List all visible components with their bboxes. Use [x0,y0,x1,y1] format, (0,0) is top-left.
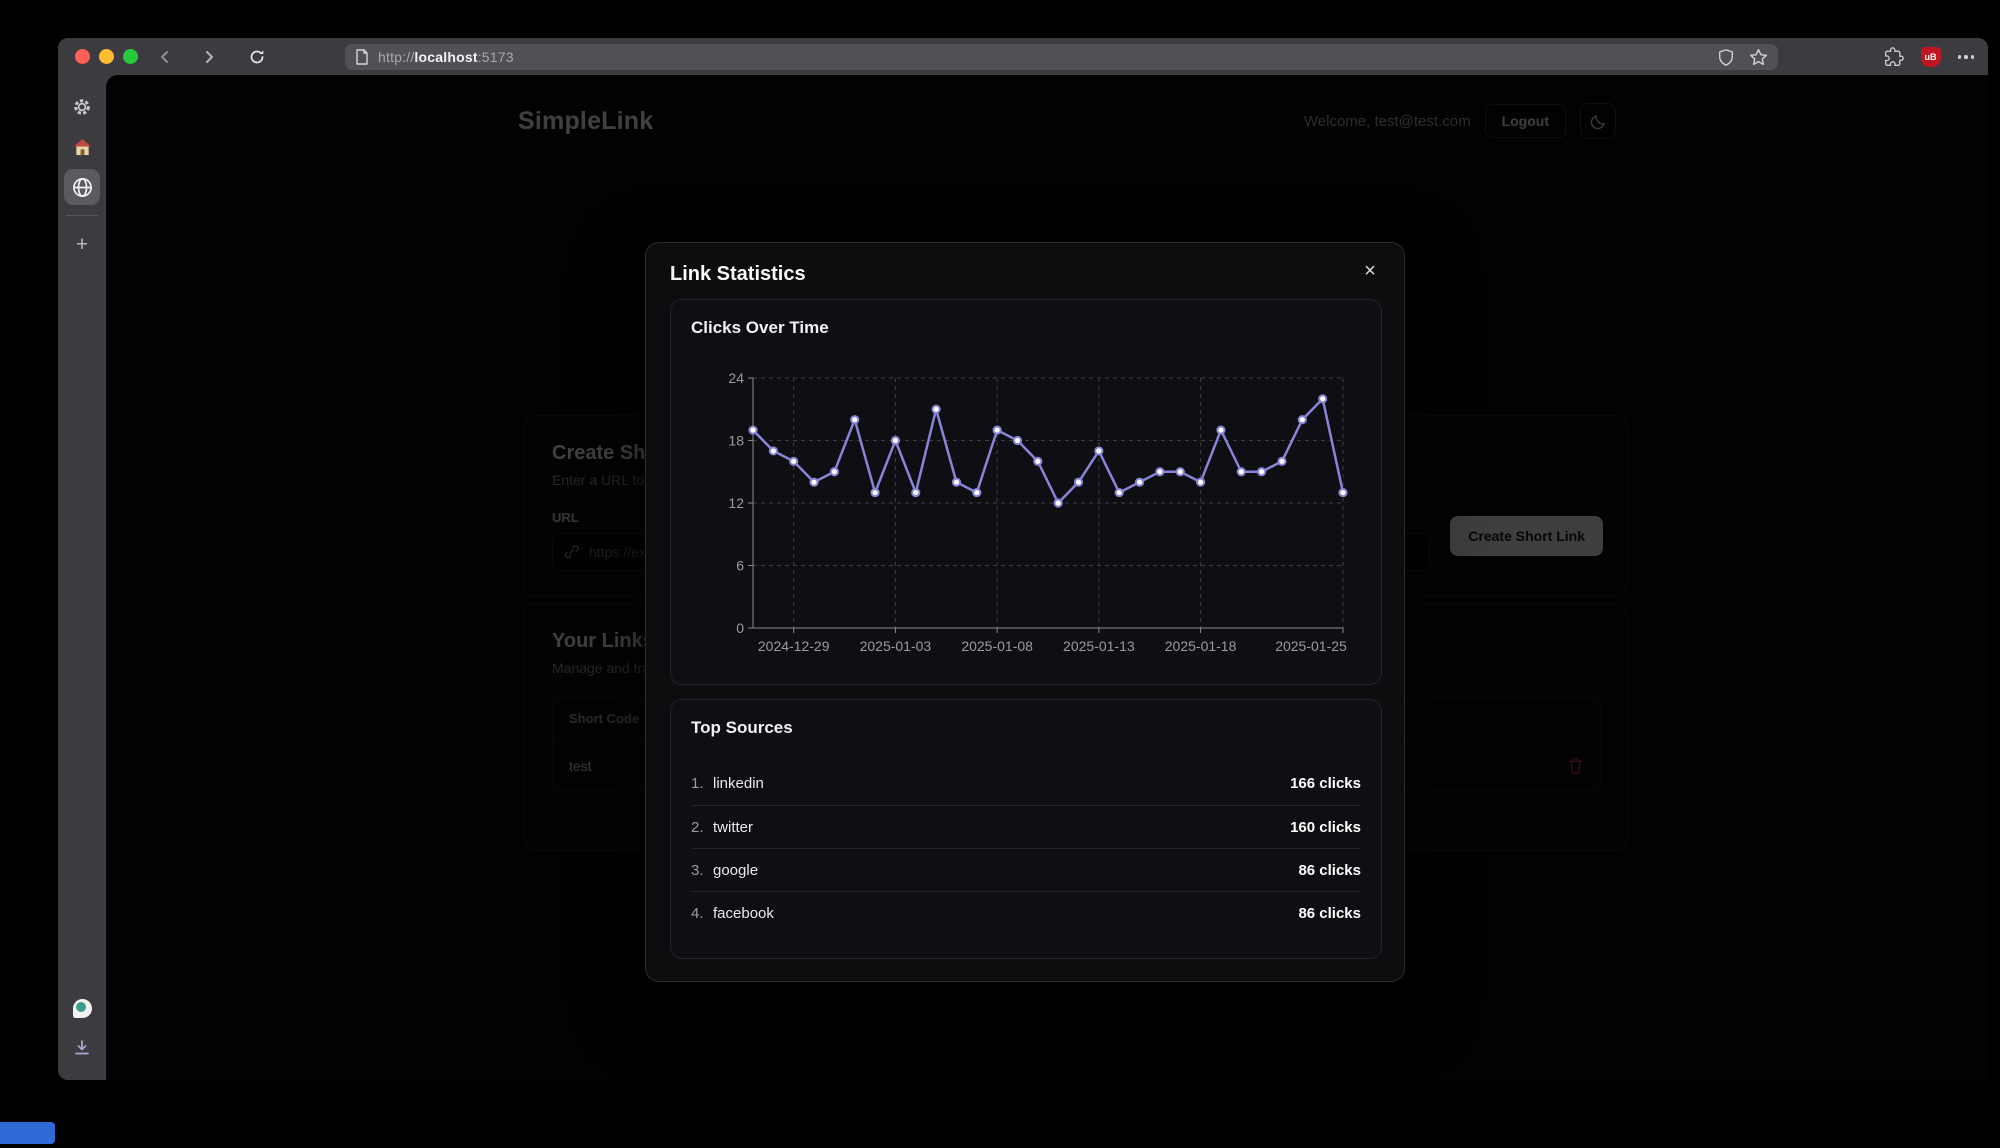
background-window-corner [0,1122,55,1144]
source-rank: 2. [691,819,713,836]
desktop: http://localhost:5173 uB [0,0,2000,1148]
forward-button[interactable] [196,44,222,70]
svg-text:0: 0 [736,620,744,636]
svg-text:2025-01-08: 2025-01-08 [961,638,1033,654]
zoom-window-button[interactable] [123,49,138,64]
extensions-puzzle-icon[interactable] [1884,47,1904,67]
tab-strip: + [58,75,106,1080]
bookmark-star-icon[interactable] [1749,48,1768,67]
close-icon: × [1364,260,1376,282]
active-tab-localhost[interactable] [64,169,100,205]
source-clicks: 86 clicks [1298,905,1361,922]
reload-icon [248,48,266,66]
chrome-right-cluster: uB [1884,43,1975,71]
source-name: twitter [713,819,753,836]
top-sources-title: Top Sources [691,718,793,738]
top-sources-card: Top Sources 1. linkedin 166 clicks 2. tw… [670,699,1382,959]
source-name: google [713,862,758,879]
chevron-left-icon [157,49,173,65]
url-bar[interactable]: http://localhost:5173 [345,44,1778,70]
back-button[interactable] [152,44,178,70]
tab-divider [66,215,98,216]
list-item: 1. linkedin 166 clicks [691,762,1361,805]
source-name: linkedin [713,775,764,792]
svg-text:2025-01-18: 2025-01-18 [1165,638,1237,654]
clicks-chart-card: Clicks Over Time 0 6 12 18 24 2024-12-29 2025-… [670,299,1382,685]
svg-text:6: 6 [736,558,744,574]
minimize-window-button[interactable] [99,49,114,64]
list-item: 2. twitter 160 clicks [691,805,1361,848]
source-rank: 4. [691,905,713,922]
gear-icon [72,97,92,117]
source-clicks: 86 clicks [1298,862,1361,879]
source-clicks: 160 clicks [1290,819,1361,836]
svg-text:2025-01-13: 2025-01-13 [1063,638,1135,654]
svg-text:12: 12 [728,495,744,511]
tab-strip-bottom [58,986,106,1070]
downloads-button[interactable] [64,1030,100,1066]
browser-chrome: http://localhost:5173 uB [58,38,1988,75]
svg-text:2024-12-29: 2024-12-29 [758,638,830,654]
top-sources-list: 1. linkedin 166 clicks 2. twitter 160 cl… [691,762,1361,934]
source-rank: 1. [691,775,713,792]
page-icon [355,49,369,65]
traffic-lights [75,49,138,64]
url-text: http://localhost:5173 [378,49,1717,65]
svg-text:18: 18 [728,433,744,449]
chart-title: Clicks Over Time [691,318,829,338]
menu-ellipsis-icon[interactable] [1958,55,1975,59]
browser-logo-icon [73,999,92,1018]
list-item: 4. facebook 86 clicks [691,891,1361,934]
browser-window: http://localhost:5173 uB [58,38,1988,1080]
svg-text:24: 24 [728,370,744,386]
link-statistics-modal: Link Statistics × Clicks Over Time 0 6 12 1… [645,242,1405,982]
source-rank: 3. [691,862,713,879]
clicks-chart: 0 6 12 18 24 2024-12-29 2025-01-03 2025-01-08 20… [707,358,1367,663]
reload-button[interactable] [244,44,270,70]
svg-text:2025-01-03: 2025-01-03 [860,638,932,654]
plus-icon: + [76,234,88,255]
ublock-extension-icon[interactable]: uB [1921,47,1941,67]
shield-icon[interactable] [1717,48,1735,67]
house-icon [73,138,92,156]
page-viewport: SimpleLink Welcome, test@test.com Logout [106,75,1988,1080]
globe-icon [72,177,93,198]
profile-button[interactable] [64,990,100,1026]
home-tab[interactable] [64,129,100,165]
download-icon [73,1039,91,1057]
close-window-button[interactable] [75,49,90,64]
modal-close-button[interactable]: × [1356,257,1384,285]
new-tab-button[interactable]: + [64,226,100,262]
source-name: facebook [713,905,774,922]
source-clicks: 166 clicks [1290,775,1361,792]
settings-tab[interactable] [64,89,100,125]
modal-title: Link Statistics [670,263,806,286]
chevron-right-icon [201,49,217,65]
list-item: 3. google 86 clicks [691,848,1361,891]
svg-text:2025-01-25: 2025-01-25 [1275,638,1347,654]
